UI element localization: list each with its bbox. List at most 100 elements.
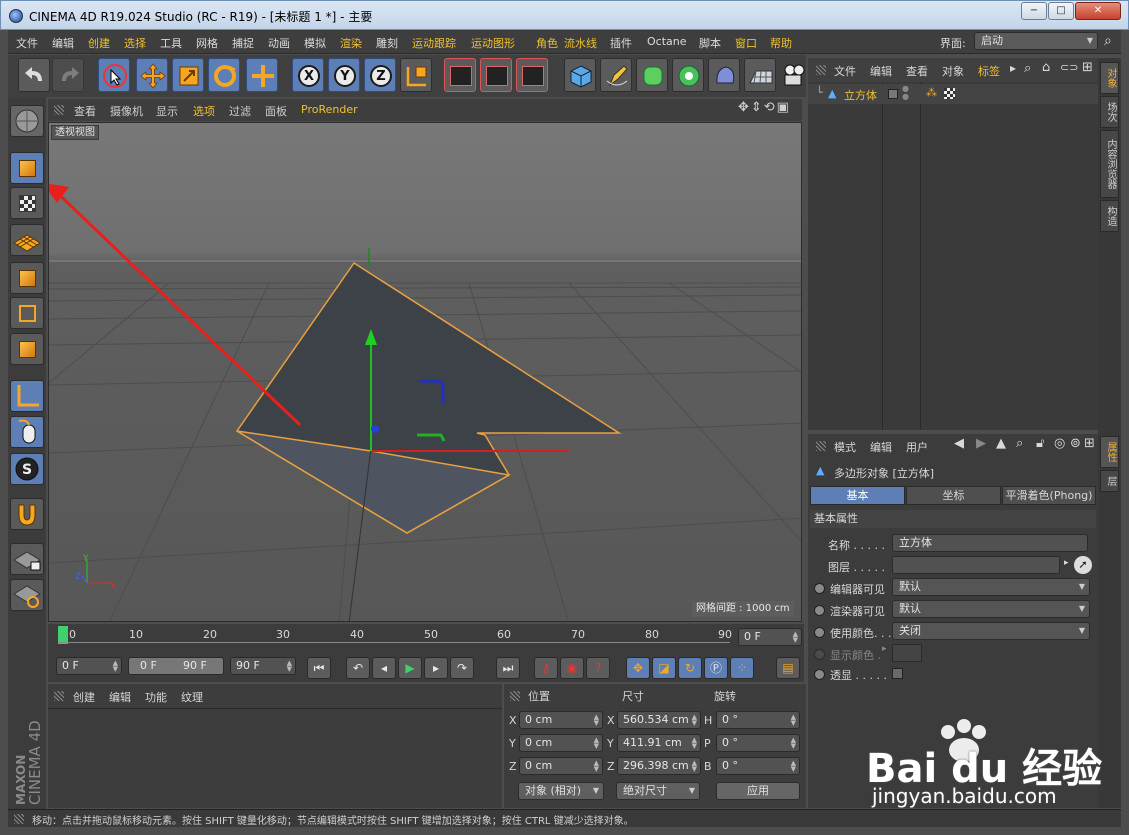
viewport-nav-icons[interactable]: ✥⇕⟲▣ <box>738 100 791 115</box>
menu-sculpt[interactable]: 雕刻 <box>376 35 398 51</box>
layout-select[interactable]: 启动 ▼ <box>974 32 1098 50</box>
radio-xray[interactable] <box>814 669 825 680</box>
subdivision-surface-button[interactable] <box>636 58 668 92</box>
sidetab-structure[interactable]: 构造 <box>1100 200 1119 232</box>
editor-visible-select[interactable]: 默认 ▼ <box>892 578 1090 596</box>
texture-tag-icon[interactable] <box>944 88 955 99</box>
key-parameter-button[interactable]: Ⓟ <box>704 657 728 679</box>
rotate-tool-button[interactable] <box>208 58 240 92</box>
material-menu-texture[interactable]: 纹理 <box>181 689 203 705</box>
key-scale-button[interactable]: ◪ <box>652 657 676 679</box>
material-menu-edit[interactable]: 编辑 <box>109 689 131 705</box>
menu-plugins[interactable]: 插件 <box>610 35 632 51</box>
preview-range-slider[interactable]: 0 F 90 F <box>128 657 224 675</box>
timeline-ruler[interactable]: 0 10 20 30 40 50 60 70 80 90 0 F ▲ ▼ <box>48 624 804 652</box>
point-mode-button[interactable] <box>10 262 44 294</box>
render-settings-button[interactable] <box>516 58 548 92</box>
new-window-icon[interactable]: ⊞ <box>1082 60 1093 75</box>
attr-menu-mode[interactable]: 模式 <box>834 439 856 455</box>
radio-editor-visible[interactable] <box>814 583 825 594</box>
rot-h-field[interactable]: 0 ° ▲ ▼ <box>716 711 800 729</box>
y-axis-lock-button[interactable]: Y <box>328 58 360 92</box>
object-menu-view[interactable]: 查看 <box>906 63 928 79</box>
viewport-menu-view[interactable]: 查看 <box>74 103 96 119</box>
search-icon[interactable]: ⌕ <box>1016 436 1023 451</box>
record-keys-button[interactable]: ⚷ <box>534 657 558 679</box>
planar-workplane-button[interactable] <box>10 579 44 611</box>
expand-arrow-icon[interactable]: ▸ <box>882 644 887 654</box>
render-view-button[interactable] <box>444 58 476 92</box>
key-pla-button[interactable]: ⁘ <box>730 657 754 679</box>
settings-icon[interactable]: ⊚ <box>1070 436 1081 451</box>
maximize-button[interactable]: □ <box>1048 2 1074 20</box>
menu-file[interactable]: 文件 <box>16 35 38 51</box>
menu-octane[interactable]: Octane <box>647 35 687 48</box>
size-z-field[interactable]: 296.398 cm ▲ ▼ <box>617 757 701 775</box>
snap-button[interactable]: S <box>10 453 44 485</box>
close-button[interactable]: ✕ <box>1075 2 1121 20</box>
coordinate-system-button[interactable] <box>400 58 432 92</box>
renderer-visible-select[interactable]: 默认 ▼ <box>892 600 1090 618</box>
menu-render[interactable]: 渲染 <box>340 35 362 51</box>
sidetab-objects[interactable]: 对象 <box>1100 62 1119 94</box>
menu-window[interactable]: 窗口 <box>735 35 757 51</box>
radio-use-color[interactable] <box>814 627 825 638</box>
pick-cursor-icon[interactable]: ➚ <box>1074 556 1092 574</box>
render-to-picture-viewer-button[interactable] <box>480 58 512 92</box>
edge-mode-button[interactable] <box>10 297 44 329</box>
radio-display-color[interactable] <box>814 649 825 660</box>
move-tool-button[interactable] <box>136 58 168 92</box>
texture-mode-button[interactable] <box>10 187 44 219</box>
prev-key-button[interactable]: ↶ <box>346 657 370 679</box>
pos-z-field[interactable]: 0 cm ▲ ▼ <box>519 757 603 775</box>
make-editable-button[interactable] <box>10 105 44 137</box>
menu-motion-tracking[interactable]: 运动跟踪 <box>412 35 456 51</box>
layer-field[interactable] <box>892 556 1060 574</box>
material-menu-function[interactable]: 功能 <box>145 689 167 705</box>
search-icon[interactable]: ⌕ <box>1024 61 1031 76</box>
object-menu-tags[interactable]: 标签 <box>978 63 1000 79</box>
menu-overflow-icon[interactable]: ▸ <box>1010 61 1016 75</box>
apply-button[interactable]: 应用 <box>716 782 800 800</box>
next-frame-button[interactable]: ▸ <box>424 657 448 679</box>
link-icon[interactable]: ⊂⊃ <box>1060 61 1078 74</box>
menu-pipeline[interactable]: 流水线 <box>564 35 597 51</box>
transform-tool-button[interactable] <box>246 58 278 92</box>
menu-animate[interactable]: 动画 <box>268 35 290 51</box>
object-menu-edit[interactable]: 编辑 <box>870 63 892 79</box>
forward-arrow-icon[interactable]: ▶ <box>976 436 986 451</box>
layer-menu-arrow-icon[interactable]: ▸ <box>1064 558 1069 568</box>
key-rotation-button[interactable]: ↻ <box>678 657 702 679</box>
autokey-button[interactable]: ◉ <box>560 657 584 679</box>
up-arrow-icon[interactable]: ▲ <box>996 436 1006 451</box>
polygon-mode-button[interactable] <box>10 333 44 365</box>
z-axis-lock-button[interactable]: Z <box>364 58 396 92</box>
new-window-icon[interactable]: ⊞ <box>1084 436 1095 451</box>
viewport-menu-filter[interactable]: 过滤 <box>229 103 251 119</box>
back-arrow-icon[interactable]: ◀ <box>954 436 964 451</box>
end-frame-field[interactable]: 90 F ▲ ▼ <box>230 657 296 675</box>
menu-select[interactable]: 选择 <box>124 35 146 51</box>
menu-edit[interactable]: 编辑 <box>52 35 74 51</box>
keyframe-selection-button[interactable]: ? <box>586 657 610 679</box>
menu-character[interactable]: 角色 <box>536 35 558 51</box>
camera-button[interactable] <box>778 58 810 92</box>
sidetab-takes[interactable]: 场次 <box>1100 96 1119 128</box>
goto-end-button[interactable]: ⏭ <box>496 657 520 679</box>
start-frame-field[interactable]: 0 F ▲ ▼ <box>56 657 122 675</box>
goto-start-button[interactable]: ⏮ <box>307 657 331 679</box>
use-color-select[interactable]: 关闭 ▼ <box>892 622 1090 640</box>
sidetab-attributes[interactable]: 属性 <box>1100 436 1119 468</box>
target-icon[interactable]: ◎ <box>1054 436 1065 451</box>
size-x-field[interactable]: 560.534 cm ▲ ▼ <box>617 711 701 729</box>
viewport-menu-options[interactable]: 选项 <box>193 103 215 119</box>
name-field[interactable]: 立方体 <box>892 534 1088 552</box>
visibility-dots-icon[interactable]: ● ● <box>902 85 909 101</box>
viewport-menu-panel[interactable]: 面板 <box>265 103 287 119</box>
scale-tool-button[interactable] <box>172 58 204 92</box>
menu-create[interactable]: 创建 <box>88 35 110 51</box>
undo-button[interactable] <box>18 58 50 92</box>
menu-mograph[interactable]: 运动图形 <box>471 35 515 51</box>
live-select-button[interactable] <box>98 58 130 92</box>
prev-frame-button[interactable]: ◂ <box>372 657 396 679</box>
